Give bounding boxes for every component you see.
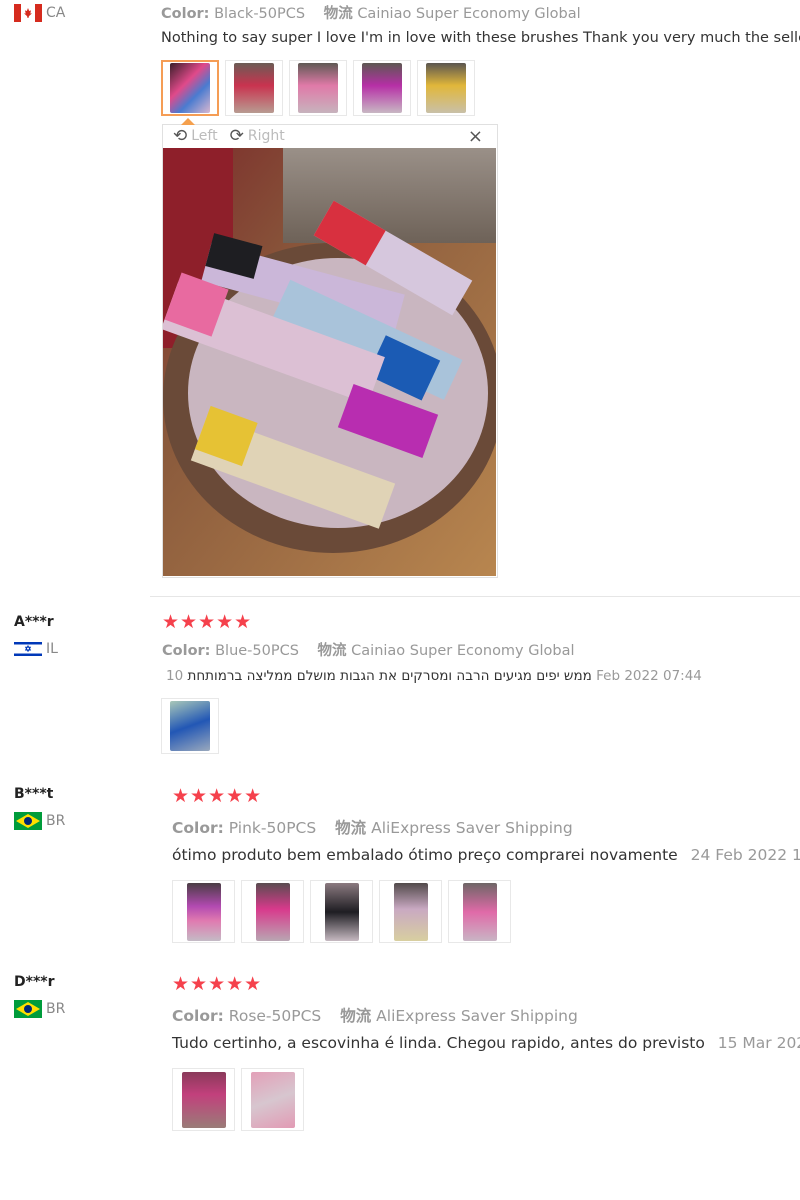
review-meta: Color: Black-50PCS 物流 Cainiao Super Econ… [161,6,581,22]
reviewer-country: BR [14,812,65,830]
brazil-flag-icon [14,812,42,830]
review-photo-large[interactable] [161,148,503,576]
reviewer-info: CA [14,4,65,22]
star-rating: ★★★★★ [162,611,253,633]
review-date: 15 Mar 2022 1 [717,1034,800,1052]
canada-flag-icon [14,4,42,22]
image-viewer: ⟲ Left ⟳ Right × [161,118,503,578]
review-thumbnail[interactable] [379,880,442,943]
review-text: ótimo produto bem embalado ótimo preço c… [172,846,800,864]
brazil-flag-icon [14,1000,42,1018]
review-thumbnail[interactable] [172,1068,235,1131]
reviewer-info: D***r BR [14,974,65,1018]
review-thumbnail[interactable] [241,1068,304,1131]
review-date: 24 Feb 2022 11:2 [690,846,800,864]
close-icon[interactable]: × [468,126,483,147]
reviewer-name: D***r [14,974,55,990]
review-thumbnail[interactable] [161,698,219,754]
review-thumbnail[interactable] [172,880,235,943]
review-thumbnail[interactable] [289,60,347,116]
shipping-value: Cainiao Super Economy Global [351,643,575,659]
color-value: Blue-50PCS [215,643,299,659]
shipping-value: AliExpress Saver Shipping [371,819,573,837]
review-text: 10 ממש יפים מגיעים הרבה ומסרקים את הגבות… [166,668,702,684]
color-value: Black-50PCS [214,6,306,22]
review-divider [150,596,800,597]
review-thumbnail[interactable] [417,60,475,116]
israel-flag-icon [14,640,42,658]
review-thumbnails [172,880,511,943]
rotate-left-icon: ⟲ [173,126,188,146]
shipping-value: Cainiao Super Economy Global [357,6,581,22]
review-meta: Color: Pink-50PCS 物流 AliExpress Saver Sh… [172,819,573,837]
star-rating: ★★★★★ [172,973,263,995]
review-thumbnails [161,60,475,116]
color-value: Pink-50PCS [228,819,317,837]
review-text: Nothing to say super I love I'm in love … [161,30,800,46]
review-text: Tudo certinho, a escovinha é linda. Cheg… [172,1034,800,1052]
reviewer-name: B***t [14,786,54,802]
review-thumbnail[interactable] [310,880,373,943]
review-meta: Color: Rose-50PCS 物流 AliExpress Saver Sh… [172,1007,578,1025]
review-thumbnail[interactable] [448,880,511,943]
review-date: Feb 2022 07:44 [596,668,702,684]
rotate-right-button[interactable]: ⟳ Right [230,126,285,146]
reviewer-country: CA [14,4,65,22]
review-thumbnail[interactable] [225,60,283,116]
rotate-left-button[interactable]: ⟲ Left [173,126,218,146]
review-date-day: 10 [166,668,184,684]
reviewer-country: IL [14,640,58,658]
review-thumbnails [172,1068,304,1131]
reviewer-info: A***r IL [14,614,58,658]
review-thumbnail[interactable] [353,60,411,116]
viewer-pointer [181,118,195,125]
star-rating: ★★★★★ [172,785,263,807]
color-value: Rose-50PCS [228,1007,322,1025]
review-thumbnail[interactable] [241,880,304,943]
review-thumbnail[interactable] [161,60,219,116]
review-thumbnails [161,698,219,754]
reviewer-name: A***r [14,614,54,630]
viewer-toolbar: ⟲ Left ⟳ Right × [163,125,497,147]
review-meta: Color: Blue-50PCS 物流 Cainiao Super Econo… [162,643,575,659]
reviewer-country: BR [14,1000,65,1018]
shipping-value: AliExpress Saver Shipping [376,1007,578,1025]
reviewer-info: B***t BR [14,786,65,830]
rotate-right-icon: ⟳ [229,126,244,146]
